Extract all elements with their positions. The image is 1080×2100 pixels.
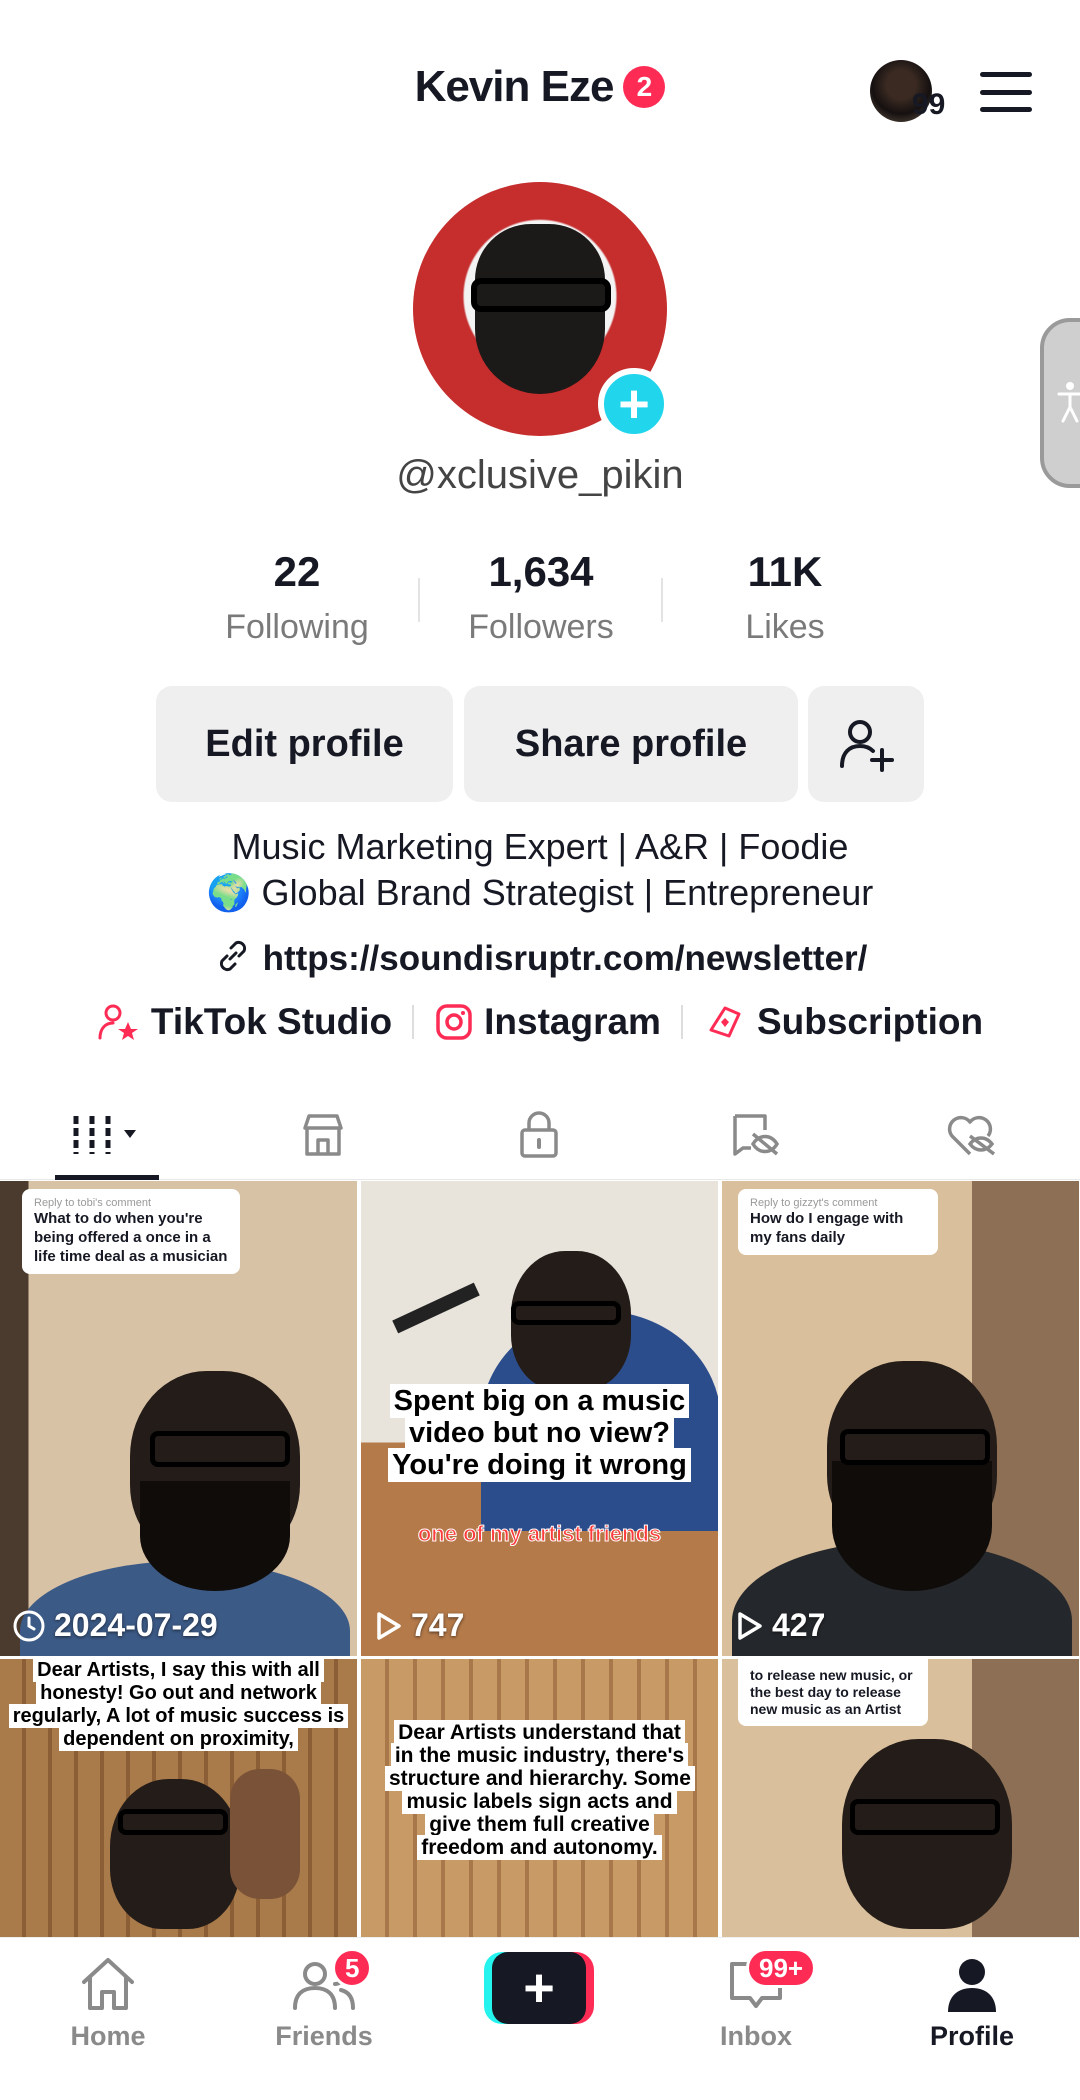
instagram-icon	[436, 1004, 472, 1040]
stat-label: Following	[225, 608, 369, 646]
liked-hidden-icon	[947, 1115, 996, 1156]
reply-header: Reply to gizzyt's comment	[750, 1197, 878, 1209]
nav-profile[interactable]: Profile	[892, 1954, 1052, 2052]
link-label: Instagram	[484, 1001, 661, 1042]
page-title: Kevin Eze	[414, 62, 615, 111]
content-tabs	[0, 1090, 1080, 1180]
nav-label: Friends	[275, 2021, 373, 2051]
video-subcaption: one of my artist friends	[417, 1521, 662, 1547]
share-profile-button[interactable]: Share profile	[464, 686, 798, 802]
video-overlay: 2024-07-29	[12, 1607, 218, 1644]
stat-value: 22	[273, 548, 321, 595]
profile-links: TikTok Studio Instagram Subscription	[0, 1000, 1080, 1044]
subscription-icon	[709, 1006, 741, 1038]
private-lock-icon	[520, 1111, 558, 1158]
play-icon	[377, 1611, 401, 1640]
reply-text: to release new music, or the best day to…	[750, 1667, 913, 1717]
reply-bubble: Reply to gizzyt's comment How do I engag…	[738, 1189, 938, 1255]
view-count: 427	[772, 1607, 826, 1643]
tab-private[interactable]	[479, 1100, 599, 1170]
videos-grid-icon	[73, 1116, 136, 1154]
stories-count: 99	[912, 88, 946, 121]
subscription-link[interactable]: Subscription	[703, 1000, 983, 1044]
bio-line: Music Marketing Expert | A&R | Foodie	[231, 826, 849, 867]
nav-label: Home	[70, 2021, 146, 2051]
add-friend-button[interactable]	[808, 686, 924, 802]
stat-value: 1,634	[488, 548, 594, 595]
username: @xclusive_pikin	[396, 453, 684, 497]
reply-header: Reply to tobi's comment	[34, 1197, 152, 1209]
edit-profile-button[interactable]: Edit profile	[156, 686, 453, 802]
nav-home[interactable]: Home	[28, 1954, 188, 2052]
link-label: Subscription	[756, 1001, 984, 1042]
stat-likes[interactable]: 11K Likes	[675, 548, 895, 647]
divider	[661, 578, 663, 622]
profile-icon	[948, 1959, 996, 2012]
notification-badge: 2	[623, 66, 666, 108]
website-link[interactable]: https://soundisruptr.com/newsletter/	[0, 936, 1080, 979]
nav-label: Profile	[929, 2021, 1015, 2051]
home-icon	[82, 1958, 134, 2010]
website-url: https://soundisruptr.com/newsletter/	[262, 939, 868, 978]
stat-label: Likes	[745, 608, 825, 646]
divider	[418, 578, 420, 622]
reply-bubble: to release new music, or the best day to…	[738, 1659, 928, 1726]
tab-reposts[interactable]	[697, 1100, 817, 1170]
add-story-icon[interactable]: +	[598, 368, 670, 440]
shop-icon	[303, 1114, 343, 1156]
stat-followers[interactable]: 1,634 Followers	[431, 548, 651, 647]
reply-bubble: Reply to tobi's comment What to do when …	[22, 1189, 240, 1274]
nav-inbox[interactable]: Inbox 99+	[676, 1948, 836, 2052]
video-caption: Spent big on a music video but no view? …	[371, 1384, 708, 1482]
video-overlay: 427	[734, 1607, 825, 1644]
nav-label: Inbox	[720, 2021, 792, 2051]
divider	[680, 1005, 683, 1039]
link-label: TikTok Studio	[150, 1001, 393, 1042]
bio-line: 🌍 Global Brand Strategist | Entrepreneur	[206, 872, 874, 913]
plus-icon: +	[492, 1952, 586, 2024]
active-tab-indicator	[55, 1175, 159, 1180]
profile-stats: 22 Following 1,634 Followers 11K Likes	[0, 548, 1080, 658]
friends-badge: 5	[332, 1948, 373, 1988]
video-caption: Dear Artists understand that in the musi…	[385, 1720, 695, 1860]
link-icon	[219, 940, 246, 972]
stat-value: 11K	[747, 548, 823, 595]
hamburger-menu-icon[interactable]	[980, 72, 1032, 112]
tiktok-studio-icon	[98, 1004, 138, 1040]
account-switcher[interactable]: Kevin Eze 2	[415, 62, 666, 112]
instagram-link[interactable]: Instagram	[434, 1001, 661, 1043]
video-thumbnail[interactable]: Reply to tobi's comment What to do when …	[0, 1181, 357, 1656]
nav-friends[interactable]: Friends 5	[244, 1948, 404, 2052]
reposts-icon	[733, 1114, 780, 1156]
video-caption: Dear Artists, I say this with all honest…	[8, 1659, 349, 1751]
tab-videos[interactable]	[50, 1100, 170, 1170]
video-thumbnail[interactable]: Spent big on a music video but no view? …	[361, 1181, 718, 1656]
create-button[interactable]: +	[484, 1952, 594, 2024]
video-overlay: 747	[373, 1607, 464, 1644]
add-user-icon	[840, 720, 894, 772]
play-icon	[738, 1611, 762, 1640]
video-thumbnail[interactable]: Dear Artists, I say this with all honest…	[0, 1659, 357, 1937]
video-thumbnail[interactable]: Reply to gizzyt's comment How do I engag…	[722, 1181, 1079, 1656]
view-count: 747	[411, 1607, 465, 1643]
schedule-date: 2024-07-29	[54, 1607, 218, 1643]
divider	[412, 1005, 415, 1039]
tab-shop[interactable]	[263, 1100, 383, 1170]
stat-label: Followers	[468, 608, 614, 646]
reply-text: What to do when you're being offered a o…	[34, 1210, 228, 1265]
video-thumbnail[interactable]: to release new music, or the best day to…	[722, 1659, 1079, 1937]
tiktok-studio-link[interactable]: TikTok Studio	[97, 1000, 392, 1044]
clock-icon	[13, 1610, 45, 1641]
profile-header: Kevin Eze 2 99	[0, 0, 1080, 180]
tab-liked[interactable]	[912, 1100, 1032, 1170]
video-grid: Reply to tobi's comment What to do when …	[0, 1181, 1080, 1937]
inbox-badge: 99+	[746, 1948, 817, 1988]
reply-text: How do I engage with my fans daily	[750, 1210, 904, 1246]
video-thumbnail[interactable]: Dear Artists understand that in the musi…	[361, 1659, 718, 1937]
stat-following[interactable]: 22 Following	[187, 548, 407, 647]
